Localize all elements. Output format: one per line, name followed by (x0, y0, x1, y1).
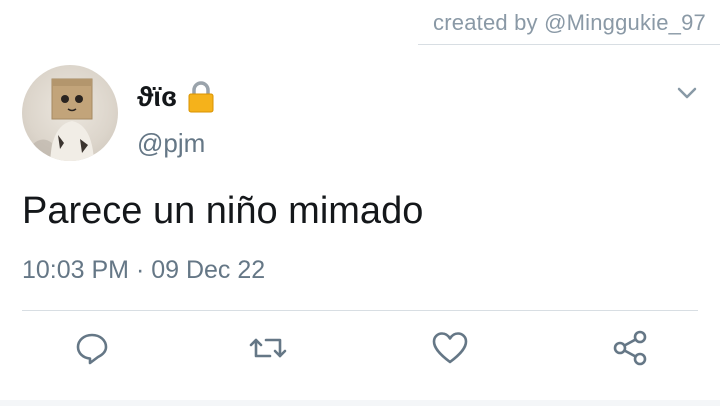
user-handle[interactable]: @pjm (137, 128, 205, 159)
avatar[interactable] (22, 65, 118, 161)
tweet-text: Parece un niño mimado (22, 190, 424, 232)
heart-icon (431, 330, 469, 371)
action-divider (22, 310, 698, 311)
reply-button[interactable] (72, 330, 112, 370)
tweet-timestamp[interactable]: 10:03 PM · 09 Dec 22 (22, 256, 265, 285)
reply-icon (74, 330, 110, 371)
retweet-icon (248, 330, 288, 371)
display-name[interactable]: ϑϊɞ (137, 81, 177, 113)
creator-credit: created by @Minggukie_97 (433, 10, 706, 35)
share-button[interactable] (610, 330, 650, 370)
share-icon (611, 329, 649, 372)
display-name-row: ϑϊɞ (137, 80, 215, 114)
bottom-strip (0, 400, 720, 406)
tweet-actions (0, 330, 720, 374)
retweet-button[interactable] (248, 330, 288, 370)
credit-divider (418, 44, 720, 45)
lock-icon (187, 80, 215, 114)
like-button[interactable] (430, 330, 470, 370)
chevron-down-icon[interactable] (676, 82, 698, 104)
